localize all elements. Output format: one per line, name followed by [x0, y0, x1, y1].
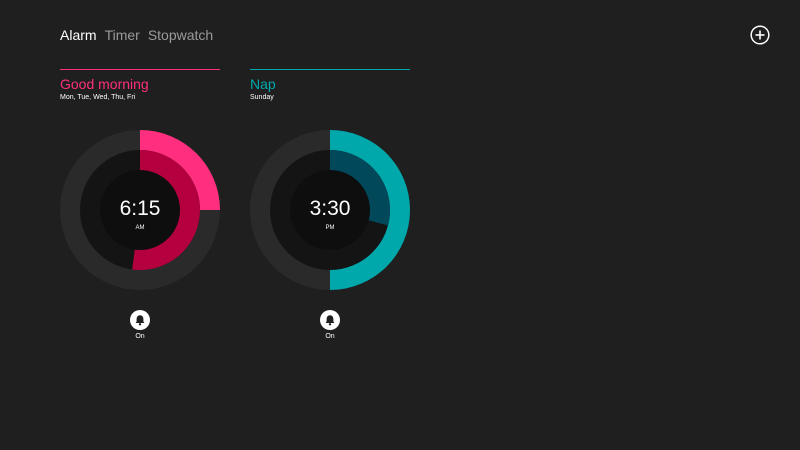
alarm-dial[interactable]: 3:30 PM [250, 130, 410, 290]
tab-alarm[interactable]: Alarm [60, 27, 97, 43]
alarm-days: Mon, Tue, Wed, Thu, Fri [60, 94, 136, 101]
alarm-accent-line [250, 69, 410, 70]
alarm-time: 3:30 [309, 197, 351, 220]
alarm-ampm: AM [135, 225, 145, 231]
tab-stopwatch[interactable]: Stopwatch [148, 27, 213, 43]
tab-bar: Alarm Timer Stopwatch [60, 27, 213, 43]
bell-icon [130, 310, 150, 330]
bell-icon [320, 310, 340, 330]
alarm-name[interactable]: Good morning [60, 75, 220, 93]
alarm-status: On [325, 333, 335, 340]
alarm-accent-line [60, 69, 220, 70]
alarm-card-good-morning[interactable]: Good morning Mon, Tue, Wed, Thu, Fri [60, 69, 220, 101]
tab-timer[interactable]: Timer [105, 27, 140, 43]
alarm-dial[interactable]: 6:15 AM [60, 130, 220, 290]
alarm-ampm: PM [325, 225, 335, 231]
alarm-toggle[interactable]: On [320, 310, 340, 340]
alarm-toggle[interactable]: On [130, 310, 150, 340]
add-alarm-button[interactable] [750, 25, 770, 45]
alarm-card-nap[interactable]: Nap Sunday [250, 69, 410, 101]
alarm-time: 6:15 [119, 197, 161, 220]
alarm-status: On [135, 333, 145, 340]
alarm-name[interactable]: Nap [250, 75, 410, 93]
alarms-app: Alarm Timer Stopwatch Good morning Mon, … [0, 0, 800, 450]
plus-circle-icon [750, 25, 770, 45]
alarm-days: Sunday [250, 94, 274, 101]
